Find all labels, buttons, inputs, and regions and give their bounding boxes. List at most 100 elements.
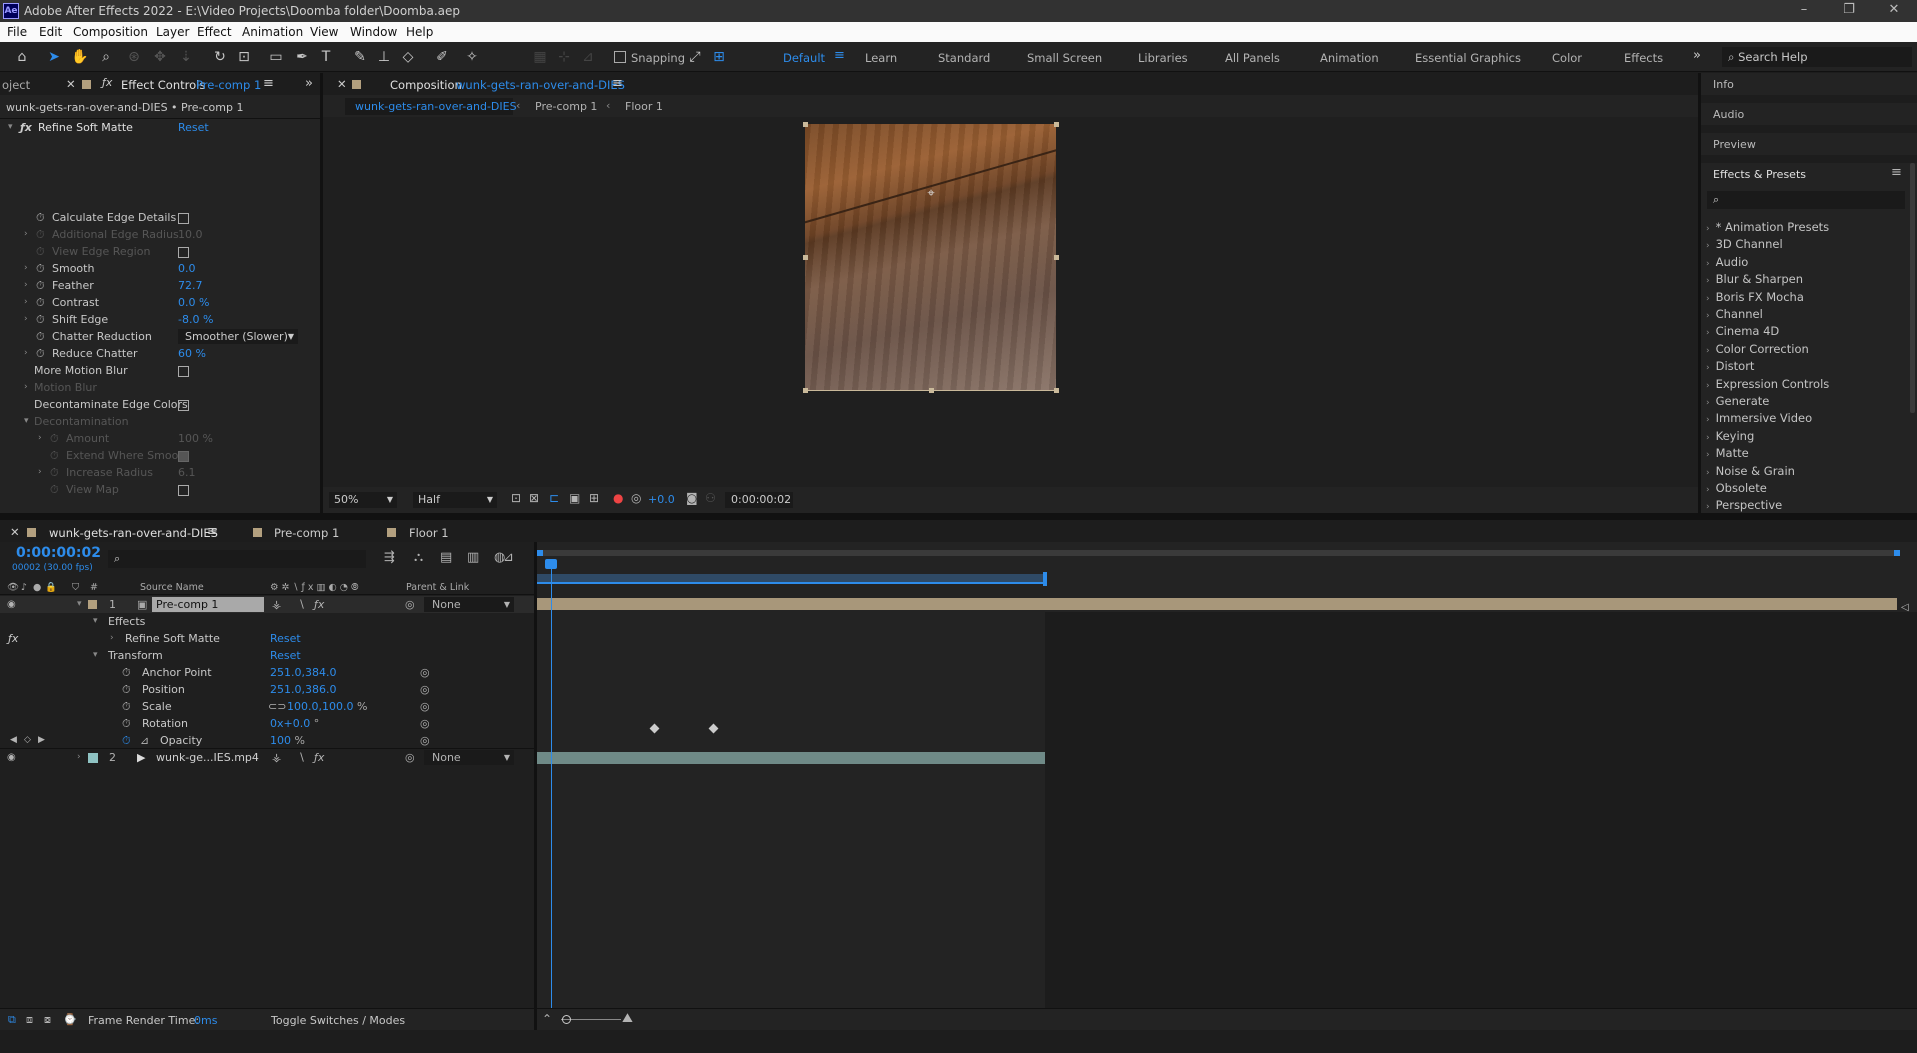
refine-reset-link[interactable]: Reset [270,630,301,647]
timeline-menu-icon[interactable]: ≡ [207,524,218,539]
menu-help[interactable]: Help [406,25,433,39]
show-snapshot-icon[interactable]: ⚇ [705,491,716,505]
frame-blending-icon[interactable]: ▥ [467,550,479,565]
stopwatch-icon[interactable]: ⏱ [50,464,59,481]
effects-category-item[interactable]: › Audio [1706,254,1748,271]
effect-reset-link[interactable]: Reset [178,119,209,136]
twirl-icon[interactable]: › [24,277,28,294]
channels-icon[interactable]: ● [613,491,623,505]
parent-select[interactable]: None ▼ [424,750,514,765]
more-workspaces-icon[interactable]: » [1693,48,1701,63]
twirl-icon[interactable]: › [24,379,28,396]
effect-prop-checkbox[interactable] [178,484,189,496]
mask-visibility-icon[interactable]: ⊏ [549,491,559,505]
effect-prop-value[interactable]: 6.1 [178,464,196,481]
close-tab-icon[interactable]: ✕ [66,77,76,91]
effects-category-item[interactable]: › Boris FX Mocha [1706,289,1804,306]
snap-features-icon[interactable]: ⊞ [709,47,729,67]
fast-previews-icon[interactable]: ⊡ [511,491,521,505]
rotate-tool-icon[interactable]: ↻ [210,47,230,67]
effect-prop-value[interactable]: 100 % [178,430,213,447]
region-of-interest-icon[interactable]: ▣ [569,491,580,505]
layer-switches-icon[interactable]: ⧉ [8,1013,16,1027]
effects-category-item[interactable]: › 3D Channel [1706,236,1783,253]
transparency-grid-icon[interactable]: ⊠ [529,491,539,505]
orbit-tool-icon[interactable]: ⊛ [124,47,144,67]
draft-3d-icon[interactable]: ⛬ [414,550,423,565]
effects-category-item[interactable]: › Channel [1706,306,1763,323]
snapping-checkbox[interactable] [614,51,626,63]
brush-tool-icon[interactable]: ✎ [350,47,370,67]
panel-menu-icon[interactable]: ≡ [263,76,274,91]
effects-category-item[interactable]: › Color Correction [1706,341,1809,358]
twirl-icon[interactable]: ▾ [24,413,29,430]
next-keyframe-icon[interactable]: ▶ [38,732,45,749]
pickwhip-icon[interactable]: ◎ [420,681,430,698]
zoom-slider-thumb[interactable] [562,1015,571,1024]
menu-window[interactable]: Window [350,25,397,39]
local-axis-icon[interactable]: ⊹ [554,47,574,67]
effect-switch-icon[interactable]: ƒx [314,749,324,766]
menu-edit[interactable]: Edit [39,25,62,39]
prev-keyframe-icon[interactable]: ◀ [10,732,17,749]
pickwhip-icon[interactable]: ◎ [420,664,430,681]
work-area-end[interactable] [1043,572,1047,586]
constrain-link-icon[interactable]: ⊂⊃ [268,698,286,715]
timeline-search-input[interactable]: ⌕ [108,550,366,568]
stopwatch-icon[interactable]: ⏱ [36,209,45,226]
pickwhip-icon[interactable]: ◎ [405,596,415,613]
effects-category-item[interactable]: › Expression Controls [1706,376,1829,393]
color-management-icon[interactable]: ◎ [631,491,641,505]
effect-controls-tab[interactable]: Effect Controls [121,78,205,92]
stopwatch-icon[interactable]: ⏱ [36,243,45,260]
twirl-icon[interactable]: › [24,260,28,277]
layer-row-1[interactable]: ◉ ▾ 1 ▣ Pre-comp 1 ⚶ ∖ ƒx ◎ None ▼ [0,596,534,613]
opacity-keyframe[interactable] [708,723,719,734]
timeline-tab-main[interactable]: wunk-gets-ran-over-and-DIES [49,526,218,540]
selection-tool-icon[interactable]: ➤ [44,47,64,67]
restore-icon[interactable]: ❐ [1838,2,1860,17]
eye-icon[interactable]: ◉ [7,596,16,613]
workspace-essential-graphics[interactable]: Essential Graphics [1415,51,1521,65]
menu-file[interactable]: File [7,25,27,39]
stopwatch-icon[interactable]: ⏱ [36,345,45,362]
hand-tool-icon[interactable]: ✋ [70,47,90,67]
menu-animation[interactable]: Animation [242,25,303,39]
breadcrumb-precomp[interactable]: Pre-comp 1 [535,100,597,113]
twirl-icon[interactable]: › [24,226,28,243]
effect-prop-row[interactable]: ⏱ Chatter Reduction Smoother (Slower) ▼ [0,328,318,345]
comp-panel-menu-icon[interactable]: ≡ [612,76,623,91]
transform-prop-row[interactable]: ◀ ◇ ▶ ⏱ ⊿ Opacity 100 % ◎ [0,732,534,749]
effects-category-item[interactable]: › Noise & Grain [1706,463,1795,480]
audio-panel-header[interactable]: Audio [1713,108,1744,121]
layer-label-swatch[interactable] [88,600,97,609]
twirl-icon[interactable]: › [38,464,42,481]
effect-prop-row[interactable]: › ⏱ Increase Radius 6.1 [0,464,318,481]
effect-prop-row[interactable]: › ⏱ Feather 72.7 [0,277,318,294]
puppet-pin-icon[interactable]: ✧ [462,47,482,67]
effect-prop-checkbox[interactable] [178,365,189,377]
twirl-icon[interactable]: › [24,311,28,328]
effect-controls-target[interactable]: Pre-comp 1 [196,78,261,92]
effects-category-item[interactable]: › Generate [1706,393,1769,410]
effects-category-item[interactable]: › Keying [1706,428,1754,445]
effect-prop-checkbox[interactable] [178,399,189,411]
grid-guides-icon[interactable]: ⊞ [589,491,599,505]
preview-panel-header[interactable]: Preview [1713,138,1756,151]
transform-prop-value[interactable]: 251.0,384.0 [270,664,336,681]
close-icon[interactable]: ✕ [1883,2,1905,17]
effect-prop-row[interactable]: › Motion Blur [0,379,318,396]
clone-stamp-icon[interactable]: ⊥ [374,47,394,67]
stopwatch-icon[interactable]: ⏱ [36,311,45,328]
effect-prop-checkbox[interactable] [178,246,189,258]
roto-brush-icon[interactable]: ✐ [432,47,452,67]
effect-prop-row[interactable]: ⏱ Extend Where Smoo [0,447,318,464]
menu-view[interactable]: View [310,25,338,39]
transform-prop-row[interactable]: ⏱ ⊂⊃ Scale 100.0,100.0 % ◎ [0,698,534,715]
quality-switch-icon[interactable]: ∖ [298,596,305,613]
transform-handle[interactable] [1054,122,1059,127]
effects-category-item[interactable]: › Cinema 4D [1706,323,1779,340]
rectangle-tool-icon[interactable]: ▭ [266,47,286,67]
effect-prop-value[interactable]: 0.0 [178,260,196,277]
effects-category-item[interactable]: › Matte [1706,445,1749,462]
